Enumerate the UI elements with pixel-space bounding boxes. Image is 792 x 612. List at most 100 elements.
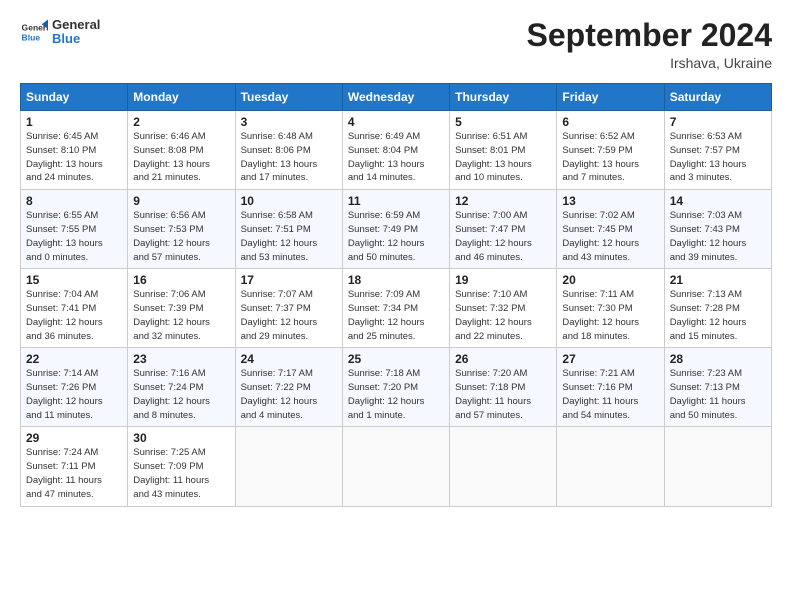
cell-content: Sunrise: 7:18 AMSunset: 7:20 PMDaylight:…: [348, 367, 444, 422]
calendar-cell: 16Sunrise: 7:06 AMSunset: 7:39 PMDayligh…: [128, 269, 235, 348]
day-number: 3: [241, 115, 337, 129]
day-number: 24: [241, 352, 337, 366]
calendar-cell: 30Sunrise: 7:25 AMSunset: 7:09 PMDayligh…: [128, 427, 235, 506]
day-number: 16: [133, 273, 229, 287]
col-header-saturday: Saturday: [664, 84, 771, 111]
cell-content: Sunrise: 7:13 AMSunset: 7:28 PMDaylight:…: [670, 288, 766, 343]
col-header-tuesday: Tuesday: [235, 84, 342, 111]
cell-content: Sunrise: 7:23 AMSunset: 7:13 PMDaylight:…: [670, 367, 766, 422]
cell-content: Sunrise: 7:00 AMSunset: 7:47 PMDaylight:…: [455, 209, 551, 264]
calendar-cell: 19Sunrise: 7:10 AMSunset: 7:32 PMDayligh…: [450, 269, 557, 348]
day-number: 26: [455, 352, 551, 366]
cell-content: Sunrise: 7:06 AMSunset: 7:39 PMDaylight:…: [133, 288, 229, 343]
col-header-friday: Friday: [557, 84, 664, 111]
day-number: 6: [562, 115, 658, 129]
cell-content: Sunrise: 7:24 AMSunset: 7:11 PMDaylight:…: [26, 446, 122, 501]
cell-content: Sunrise: 7:20 AMSunset: 7:18 PMDaylight:…: [455, 367, 551, 422]
logo: General Blue General Blue: [20, 18, 100, 47]
day-number: 2: [133, 115, 229, 129]
calendar-cell: 21Sunrise: 7:13 AMSunset: 7:28 PMDayligh…: [664, 269, 771, 348]
calendar-cell: 6Sunrise: 6:52 AMSunset: 7:59 PMDaylight…: [557, 111, 664, 190]
day-number: 29: [26, 431, 122, 445]
calendar-cell: 29Sunrise: 7:24 AMSunset: 7:11 PMDayligh…: [21, 427, 128, 506]
calendar-cell: 24Sunrise: 7:17 AMSunset: 7:22 PMDayligh…: [235, 348, 342, 427]
week-row-4: 22Sunrise: 7:14 AMSunset: 7:26 PMDayligh…: [21, 348, 772, 427]
cell-content: Sunrise: 7:10 AMSunset: 7:32 PMDaylight:…: [455, 288, 551, 343]
cell-content: Sunrise: 7:21 AMSunset: 7:16 PMDaylight:…: [562, 367, 658, 422]
day-number: 20: [562, 273, 658, 287]
calendar-cell: [664, 427, 771, 506]
day-number: 5: [455, 115, 551, 129]
title-block: September 2024 Irshava, Ukraine: [527, 18, 772, 71]
calendar-cell: 22Sunrise: 7:14 AMSunset: 7:26 PMDayligh…: [21, 348, 128, 427]
calendar-cell: 26Sunrise: 7:20 AMSunset: 7:18 PMDayligh…: [450, 348, 557, 427]
day-number: 7: [670, 115, 766, 129]
day-number: 22: [26, 352, 122, 366]
svg-text:Blue: Blue: [22, 33, 41, 43]
logo-blue: Blue: [52, 32, 100, 46]
week-row-2: 8Sunrise: 6:55 AMSunset: 7:55 PMDaylight…: [21, 190, 772, 269]
calendar-table: SundayMondayTuesdayWednesdayThursdayFrid…: [20, 83, 772, 506]
calendar-cell: [557, 427, 664, 506]
cell-content: Sunrise: 6:53 AMSunset: 7:57 PMDaylight:…: [670, 130, 766, 185]
day-number: 13: [562, 194, 658, 208]
calendar-cell: 27Sunrise: 7:21 AMSunset: 7:16 PMDayligh…: [557, 348, 664, 427]
cell-content: Sunrise: 7:03 AMSunset: 7:43 PMDaylight:…: [670, 209, 766, 264]
calendar-cell: 9Sunrise: 6:56 AMSunset: 7:53 PMDaylight…: [128, 190, 235, 269]
cell-content: Sunrise: 7:14 AMSunset: 7:26 PMDaylight:…: [26, 367, 122, 422]
month-title: September 2024: [527, 18, 772, 53]
cell-content: Sunrise: 7:11 AMSunset: 7:30 PMDaylight:…: [562, 288, 658, 343]
calendar-cell: 14Sunrise: 7:03 AMSunset: 7:43 PMDayligh…: [664, 190, 771, 269]
day-number: 23: [133, 352, 229, 366]
week-row-3: 15Sunrise: 7:04 AMSunset: 7:41 PMDayligh…: [21, 269, 772, 348]
calendar-cell: 8Sunrise: 6:55 AMSunset: 7:55 PMDaylight…: [21, 190, 128, 269]
cell-content: Sunrise: 7:25 AMSunset: 7:09 PMDaylight:…: [133, 446, 229, 501]
calendar-cell: 1Sunrise: 6:45 AMSunset: 8:10 PMDaylight…: [21, 111, 128, 190]
calendar-cell: [450, 427, 557, 506]
day-number: 8: [26, 194, 122, 208]
logo-general: General: [52, 18, 100, 32]
day-number: 9: [133, 194, 229, 208]
day-number: 19: [455, 273, 551, 287]
calendar-cell: 25Sunrise: 7:18 AMSunset: 7:20 PMDayligh…: [342, 348, 449, 427]
cell-content: Sunrise: 6:56 AMSunset: 7:53 PMDaylight:…: [133, 209, 229, 264]
cell-content: Sunrise: 6:55 AMSunset: 7:55 PMDaylight:…: [26, 209, 122, 264]
location: Irshava, Ukraine: [527, 55, 772, 71]
cell-content: Sunrise: 6:52 AMSunset: 7:59 PMDaylight:…: [562, 130, 658, 185]
day-number: 27: [562, 352, 658, 366]
calendar-cell: 10Sunrise: 6:58 AMSunset: 7:51 PMDayligh…: [235, 190, 342, 269]
page-header: General Blue General Blue September 2024…: [20, 18, 772, 71]
calendar-cell: 11Sunrise: 6:59 AMSunset: 7:49 PMDayligh…: [342, 190, 449, 269]
calendar-cell: 4Sunrise: 6:49 AMSunset: 8:04 PMDaylight…: [342, 111, 449, 190]
day-number: 14: [670, 194, 766, 208]
calendar-header-row: SundayMondayTuesdayWednesdayThursdayFrid…: [21, 84, 772, 111]
cell-content: Sunrise: 6:58 AMSunset: 7:51 PMDaylight:…: [241, 209, 337, 264]
day-number: 17: [241, 273, 337, 287]
calendar-cell: 20Sunrise: 7:11 AMSunset: 7:30 PMDayligh…: [557, 269, 664, 348]
calendar-cell: 28Sunrise: 7:23 AMSunset: 7:13 PMDayligh…: [664, 348, 771, 427]
day-number: 12: [455, 194, 551, 208]
cell-content: Sunrise: 7:04 AMSunset: 7:41 PMDaylight:…: [26, 288, 122, 343]
day-number: 30: [133, 431, 229, 445]
calendar-cell: [235, 427, 342, 506]
col-header-wednesday: Wednesday: [342, 84, 449, 111]
cell-content: Sunrise: 7:02 AMSunset: 7:45 PMDaylight:…: [562, 209, 658, 264]
col-header-thursday: Thursday: [450, 84, 557, 111]
week-row-5: 29Sunrise: 7:24 AMSunset: 7:11 PMDayligh…: [21, 427, 772, 506]
calendar-cell: 2Sunrise: 6:46 AMSunset: 8:08 PMDaylight…: [128, 111, 235, 190]
day-number: 4: [348, 115, 444, 129]
day-number: 10: [241, 194, 337, 208]
day-number: 11: [348, 194, 444, 208]
cell-content: Sunrise: 6:46 AMSunset: 8:08 PMDaylight:…: [133, 130, 229, 185]
calendar-cell: 12Sunrise: 7:00 AMSunset: 7:47 PMDayligh…: [450, 190, 557, 269]
calendar-cell: 23Sunrise: 7:16 AMSunset: 7:24 PMDayligh…: [128, 348, 235, 427]
day-number: 15: [26, 273, 122, 287]
calendar-cell: 15Sunrise: 7:04 AMSunset: 7:41 PMDayligh…: [21, 269, 128, 348]
col-header-monday: Monday: [128, 84, 235, 111]
cell-content: Sunrise: 7:17 AMSunset: 7:22 PMDaylight:…: [241, 367, 337, 422]
calendar-cell: 7Sunrise: 6:53 AMSunset: 7:57 PMDaylight…: [664, 111, 771, 190]
calendar-cell: 18Sunrise: 7:09 AMSunset: 7:34 PMDayligh…: [342, 269, 449, 348]
day-number: 18: [348, 273, 444, 287]
day-number: 25: [348, 352, 444, 366]
col-header-sunday: Sunday: [21, 84, 128, 111]
